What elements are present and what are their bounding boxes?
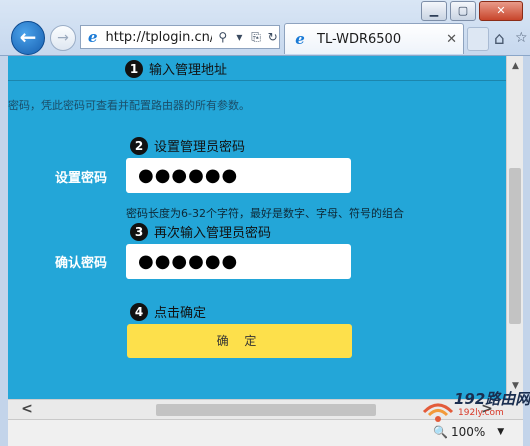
dropdown-icon[interactable]: ▾	[233, 30, 246, 44]
step-label: 点击确定	[154, 306, 207, 321]
step-1-heading: 1 输入管理地址	[125, 59, 227, 78]
password-description: 密码，凭此密码可查看并配置路由器的所有参数。	[8, 99, 250, 112]
forward-button[interactable]: →	[50, 25, 76, 51]
site-watermark: 192路由网 192ly.com	[418, 388, 530, 430]
step-3-heading: 3 再次输入管理员密码	[130, 222, 271, 241]
step-number-badge: 3	[130, 222, 148, 241]
back-arrow-icon: ←	[19, 25, 37, 49]
step-label: 再次输入管理员密码	[154, 226, 272, 241]
ie-page-icon: e	[87, 28, 98, 46]
step-label: 设置管理员密码	[154, 140, 246, 155]
window-frame-left	[0, 56, 8, 446]
horizontal-scroll-thumb[interactable]	[156, 404, 376, 416]
minimize-button[interactable]: ▁	[421, 1, 447, 21]
home-icon[interactable]: ⌂	[494, 29, 505, 49]
address-url[interactable]: http://tplogin.cn/	[106, 30, 213, 45]
favorites-star-icon[interactable]: ☆	[515, 30, 528, 46]
confirm-button[interactable]: 确 定	[127, 324, 352, 358]
step-number-badge: 2	[130, 136, 148, 155]
step-2-heading: 2 设置管理员密码	[130, 136, 245, 155]
scroll-left-arrow-icon[interactable]: <	[18, 400, 36, 420]
refresh-icon[interactable]: ↻	[266, 30, 279, 44]
password-input[interactable]: ●●●●●●	[126, 158, 351, 193]
confirm-password-label: 确认密码	[55, 256, 108, 271]
search-icon[interactable]: ⚲	[216, 30, 229, 44]
address-bar[interactable]: e http://tplogin.cn/ ⚲ ▾ ⎘ ↻	[80, 25, 280, 49]
watermark-url: 192ly.com	[458, 408, 504, 418]
vertical-scroll-thumb[interactable]	[509, 168, 521, 324]
back-button[interactable]: ←	[11, 21, 45, 55]
wifi-logo-icon	[422, 403, 454, 422]
tab-close-icon[interactable]: ✕	[446, 32, 457, 47]
ie-tab-icon: e	[295, 30, 305, 48]
password-length-hint: 密码长度为6-32个字符，最好是数字、字母、符号的组合	[126, 207, 404, 220]
new-tab-button[interactable]	[467, 27, 489, 51]
compatibility-view-icon[interactable]: ⎘	[250, 30, 263, 45]
vertical-scrollbar[interactable]: ▲ ▼	[506, 56, 523, 399]
step-4-heading: 4 点击确定	[130, 302, 206, 321]
scroll-up-arrow-icon[interactable]: ▲	[507, 58, 524, 75]
close-window-button[interactable]: ✕	[479, 1, 523, 21]
step-number-badge: 1	[125, 59, 143, 78]
browser-chrome: ▁ ▢ ✕ ← → e http://tplogin.cn/ ⚲ ▾ ⎘ ↻ e…	[0, 0, 530, 56]
watermark-title: 192路由网	[454, 390, 530, 408]
confirm-password-input[interactable]: ●●●●●●	[126, 244, 351, 279]
tab-title: TL-WDR6500	[317, 31, 402, 47]
maximize-button[interactable]: ▢	[450, 1, 476, 21]
forward-arrow-icon: →	[57, 30, 69, 46]
page-top-bar	[8, 56, 506, 81]
step-number-badge: 4	[130, 302, 148, 321]
step-label: 输入管理地址	[149, 63, 228, 78]
password-field-label: 设置密码	[55, 171, 108, 186]
tab-tl-wdr6500[interactable]: e TL-WDR6500 ✕	[284, 23, 464, 54]
page-viewport: 1 输入管理地址 密码，凭此密码可查看并配置路由器的所有参数。 2 设置管理员密…	[8, 56, 506, 399]
